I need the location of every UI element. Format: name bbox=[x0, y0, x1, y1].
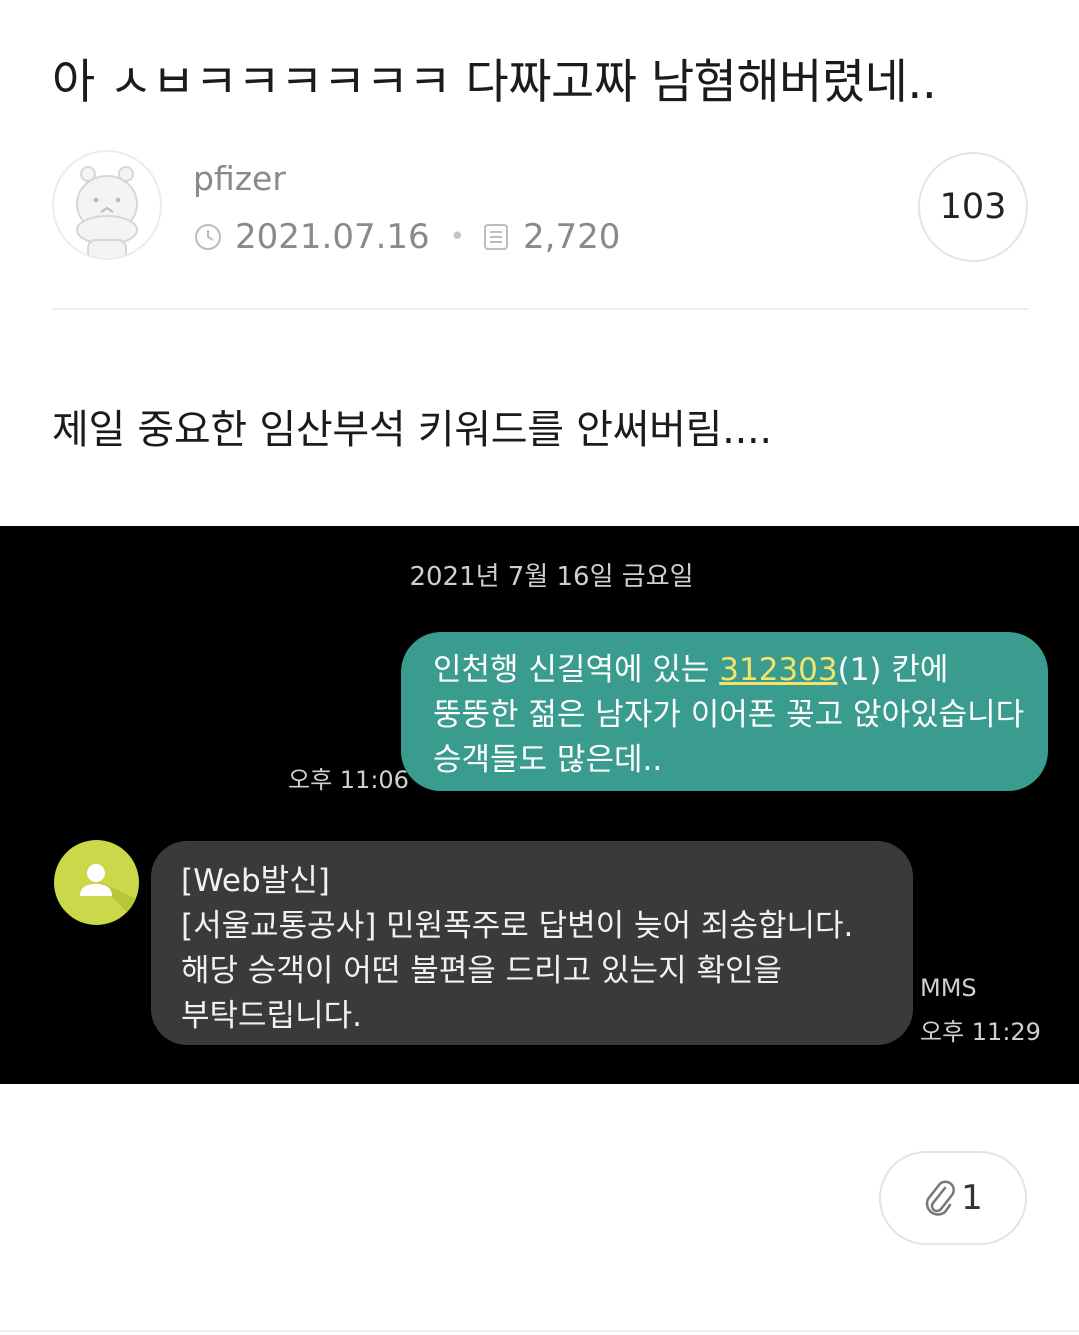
outgoing-message-bubble: 인천행 신길역에 있는 312303(1) 칸에 뚱뚱한 젊은 남자가 이어폰 … bbox=[401, 632, 1048, 791]
incoming-line-4: 부탁드립니다. bbox=[181, 998, 362, 1034]
post-title: 아 ㅅㅂㅋㅋㅋㅋㅋㅋ 다짜고짜 남혐해버렸네.. bbox=[52, 55, 937, 110]
attachment-count: 1 bbox=[961, 1178, 983, 1218]
document-icon bbox=[484, 224, 509, 250]
sms-screenshot: 2021년 7월 16일 금요일 인천행 신길역에 있는 312303(1) 칸… bbox=[0, 526, 1079, 1084]
outgoing-line-1: 인천행 신길역에 있는 312303(1) 칸에 bbox=[433, 648, 1028, 693]
person-icon bbox=[80, 864, 139, 925]
outgoing-line-1-text: 인천행 신길역에 있는 bbox=[433, 652, 720, 688]
clock-icon bbox=[195, 224, 221, 250]
attachment-button[interactable]: 1 bbox=[879, 1151, 1027, 1245]
hippo-avatar-icon bbox=[76, 166, 138, 258]
outgoing-line-2: 뚱뚱한 젊은 남자가 이어폰 꽂고 앉아있습니다 bbox=[433, 697, 1025, 733]
incoming-line-1: [Web발신] bbox=[181, 863, 330, 899]
paperclip-icon bbox=[925, 1180, 956, 1216]
outgoing-line-3: 승객들도 많은데.. bbox=[433, 742, 663, 778]
bottom-divider bbox=[0, 1330, 1079, 1332]
author-avatar[interactable] bbox=[52, 150, 162, 260]
mms-label: MMS bbox=[920, 974, 977, 1002]
incoming-time: 오후 11:29 bbox=[920, 1018, 1041, 1046]
meta-separator: • bbox=[449, 222, 466, 252]
car-number-link: 312303 bbox=[719, 652, 838, 688]
incoming-line-2: [서울교통공사] 민원폭주로 답변이 늦어 죄송합니다. bbox=[181, 908, 854, 944]
incoming-line-3: 해당 승객이 어떤 불편을 드리고 있는지 확인을 bbox=[181, 953, 783, 989]
divider bbox=[52, 308, 1029, 310]
post-meta: 2021.07.16 • 2,720 bbox=[193, 214, 620, 260]
outgoing-line-1-tail: (1) 칸에 bbox=[837, 652, 949, 688]
outgoing-time: 오후 11:06 bbox=[288, 766, 409, 794]
post-body: 제일 중요한 임산부석 키워드를 안써버림.... bbox=[52, 407, 772, 453]
post-date: 2021.07.16 bbox=[235, 217, 430, 257]
incoming-message-bubble: [Web발신] [서울교통공사] 민원폭주로 답변이 늦어 죄송합니다. 해당 … bbox=[151, 841, 913, 1045]
view-count: 2,720 bbox=[523, 217, 621, 257]
sms-date-header: 2021년 7월 16일 금요일 bbox=[409, 562, 694, 592]
contact-avatar bbox=[54, 840, 139, 925]
comment-count-button[interactable]: 103 bbox=[918, 152, 1028, 262]
author-name[interactable]: pfizer bbox=[193, 158, 286, 200]
